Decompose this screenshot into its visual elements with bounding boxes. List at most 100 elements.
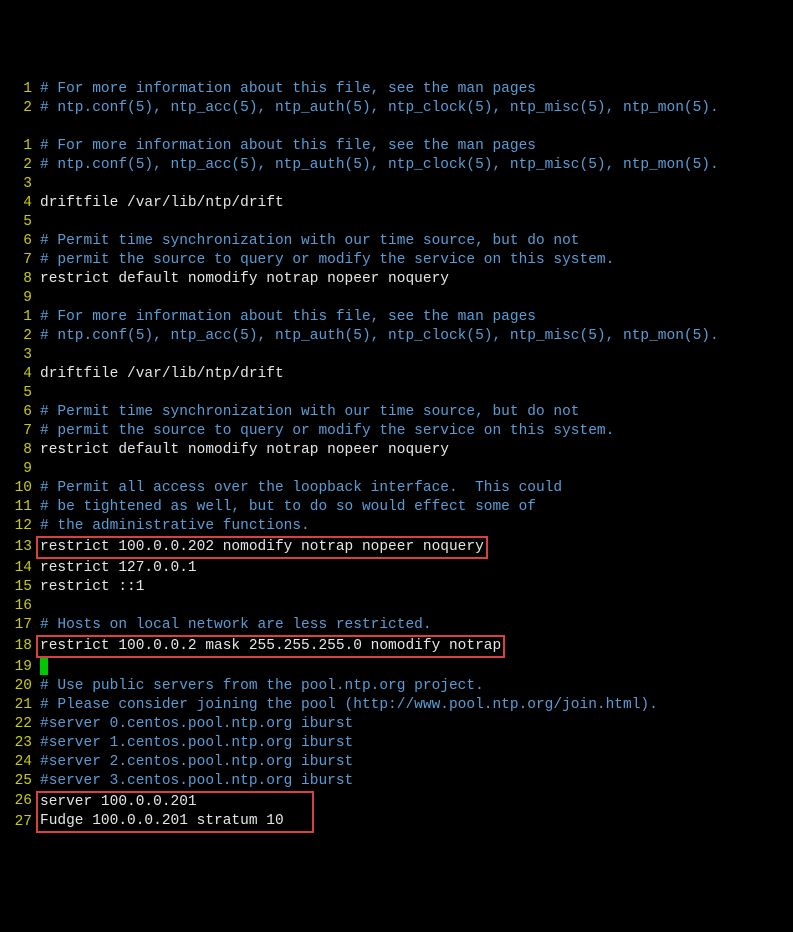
- line-number: 15: [8, 578, 32, 597]
- line-number: 20: [8, 677, 32, 696]
- line-number: 6: [8, 232, 32, 251]
- line-number: 16: [8, 597, 32, 616]
- line-number: 9: [8, 289, 32, 308]
- code-line: 3: [8, 346, 785, 365]
- comment-text: # ntp.conf(5), ntp_acc(5), ntp_auth(5), …: [40, 99, 719, 118]
- code-line: 9: [8, 460, 785, 479]
- line-number: 5: [8, 384, 32, 403]
- line-number: 6: [8, 403, 32, 422]
- line-number: 21: [8, 696, 32, 715]
- comment-text: # Permit time synchronization with our t…: [40, 232, 580, 251]
- code-line: 20 # Use public servers from the pool.ntp…: [8, 677, 785, 696]
- highlighted-line: server 100.0.0.201: [36, 791, 314, 812]
- highlighted-line: restrict 100.0.0.2 mask 255.255.255.0 no…: [36, 635, 505, 658]
- code-line: 7 # permit the source to query or modify …: [8, 422, 785, 441]
- line-number: 8: [8, 441, 32, 460]
- code-text: restrict 100.0.0.2 mask 255.255.255.0 no…: [40, 635, 505, 658]
- line-number: 3: [8, 346, 32, 365]
- comment-text: # Please consider joining the pool (http…: [40, 696, 658, 715]
- code-line: 26server 100.0.0.201: [8, 791, 785, 812]
- comment-text: # ntp.conf(5), ntp_acc(5), ntp_auth(5), …: [40, 327, 719, 346]
- comment-text: # permit the source to query or modify t…: [40, 422, 614, 441]
- code-line: 4 driftfile /var/lib/ntp/drift: [8, 194, 785, 213]
- line-number: 24: [8, 753, 32, 772]
- code-line: 15 restrict ::1: [8, 578, 785, 597]
- comment-text: # the administrative functions.: [40, 517, 310, 536]
- comment-text: #server 0.centos.pool.ntp.org iburst: [40, 715, 353, 734]
- code-line: 2 # ntp.conf(5), ntp_acc(5), ntp_auth(5),…: [8, 156, 785, 175]
- line-number: 13: [8, 538, 32, 557]
- code-text: restrict 127.0.0.1: [40, 559, 197, 578]
- code-text: restrict 100.0.0.202 nomodify notrap nop…: [40, 536, 488, 559]
- line-number: 4: [8, 194, 32, 213]
- line-number: 1: [8, 308, 32, 327]
- line-number: 4: [8, 365, 32, 384]
- code-text: driftfile /var/lib/ntp/drift: [40, 365, 284, 384]
- line-number: 22: [8, 715, 32, 734]
- code-text: restrict default nomodify notrap nopeer …: [40, 270, 449, 289]
- line-number: 2: [8, 99, 32, 118]
- code-text: Fudge 100.0.0.201 stratum 10: [40, 812, 314, 833]
- comment-text: #server 1.centos.pool.ntp.org iburst: [40, 734, 353, 753]
- line-number: 8: [8, 270, 32, 289]
- comment-text: # Permit all access over the loopback in…: [40, 479, 562, 498]
- text-editor[interactable]: 1 # For more information about this file,…: [8, 80, 785, 833]
- code-line: 23 #server 1.centos.pool.ntp.org iburst: [8, 734, 785, 753]
- comment-text: # For more information about this file, …: [40, 137, 536, 156]
- line-number: 27: [8, 813, 32, 832]
- code-text: restrict ::1: [40, 578, 144, 597]
- code-line: 4 driftfile /var/lib/ntp/drift: [8, 365, 785, 384]
- line-number: 11: [8, 498, 32, 517]
- line-number: 12: [8, 517, 32, 536]
- comment-text: # permit the source to query or modify t…: [40, 251, 614, 270]
- code-line: 2 # ntp.conf(5), ntp_acc(5), ntp_auth(5),…: [8, 327, 785, 346]
- code-line: 7 # permit the source to query or modify …: [8, 251, 785, 270]
- code-line: 8 restrict default nomodify notrap nopeer…: [8, 270, 785, 289]
- code-text: restrict default nomodify notrap nopeer …: [40, 441, 449, 460]
- comment-text: #server 2.centos.pool.ntp.org iburst: [40, 753, 353, 772]
- code-line: 14 restrict 127.0.0.1: [8, 559, 785, 578]
- code-line: 18restrict 100.0.0.2 mask 255.255.255.0 …: [8, 635, 785, 658]
- line-number: 17: [8, 616, 32, 635]
- line-number: 9: [8, 460, 32, 479]
- code-line: 1 # For more information about this file,…: [8, 80, 785, 99]
- comment-text: # be tightened as well, but to do so wou…: [40, 498, 536, 517]
- code-line: 22 #server 0.centos.pool.ntp.org iburst: [8, 715, 785, 734]
- line-number: 7: [8, 422, 32, 441]
- line-number: 2: [8, 156, 32, 175]
- code-line: 24 #server 2.centos.pool.ntp.org iburst: [8, 753, 785, 772]
- code-line: 25#server 3.centos.pool.ntp.org iburst: [8, 772, 785, 791]
- code-line: [8, 118, 785, 137]
- comment-text: # For more information about this file, …: [40, 80, 536, 99]
- comment-text: #server 3.centos.pool.ntp.org iburst: [40, 772, 353, 791]
- code-line: 5: [8, 213, 785, 232]
- comment-text: # Hosts on local network are less restri…: [40, 616, 432, 635]
- code-line: 1# For more information about this file,…: [8, 308, 785, 327]
- line-number: 14: [8, 559, 32, 578]
- code-line: 6 # Permit time synchronization with our …: [8, 232, 785, 251]
- line-number: 19: [8, 658, 32, 677]
- comment-text: # ntp.conf(5), ntp_acc(5), ntp_auth(5), …: [40, 156, 719, 175]
- code-line: 2 # ntp.conf(5), ntp_acc(5), ntp_auth(5),…: [8, 99, 785, 118]
- code-line: 10# Permit all access over the loopback …: [8, 479, 785, 498]
- code-line: 17 # Hosts on local network are less rest…: [8, 616, 785, 635]
- line-number: 2: [8, 327, 32, 346]
- code-line: 1# For more information about this file,…: [8, 137, 785, 156]
- code-line: 16: [8, 597, 785, 616]
- code-line: 19: [8, 658, 785, 677]
- code-line: 6 # Permit time synchronization with our …: [8, 403, 785, 422]
- line-number: 26: [8, 792, 32, 811]
- line-number: 1: [8, 80, 32, 99]
- cursor: [40, 658, 48, 675]
- code-line: 9: [8, 289, 785, 308]
- line-number: 7: [8, 251, 32, 270]
- comment-text: # Use public servers from the pool.ntp.o…: [40, 677, 484, 696]
- comment-text: # Permit time synchronization with our t…: [40, 403, 580, 422]
- code-text: [40, 658, 48, 677]
- code-line: 13 restrict 100.0.0.202 nomodify notrap n…: [8, 536, 785, 559]
- code-line: 8 restrict default nomodify notrap nopeer…: [8, 441, 785, 460]
- highlighted-line: restrict 100.0.0.202 nomodify notrap nop…: [36, 536, 488, 559]
- line-number: 23: [8, 734, 32, 753]
- code-text: driftfile /var/lib/ntp/drift: [40, 194, 284, 213]
- code-line: 21 # Please consider joining the pool (ht…: [8, 696, 785, 715]
